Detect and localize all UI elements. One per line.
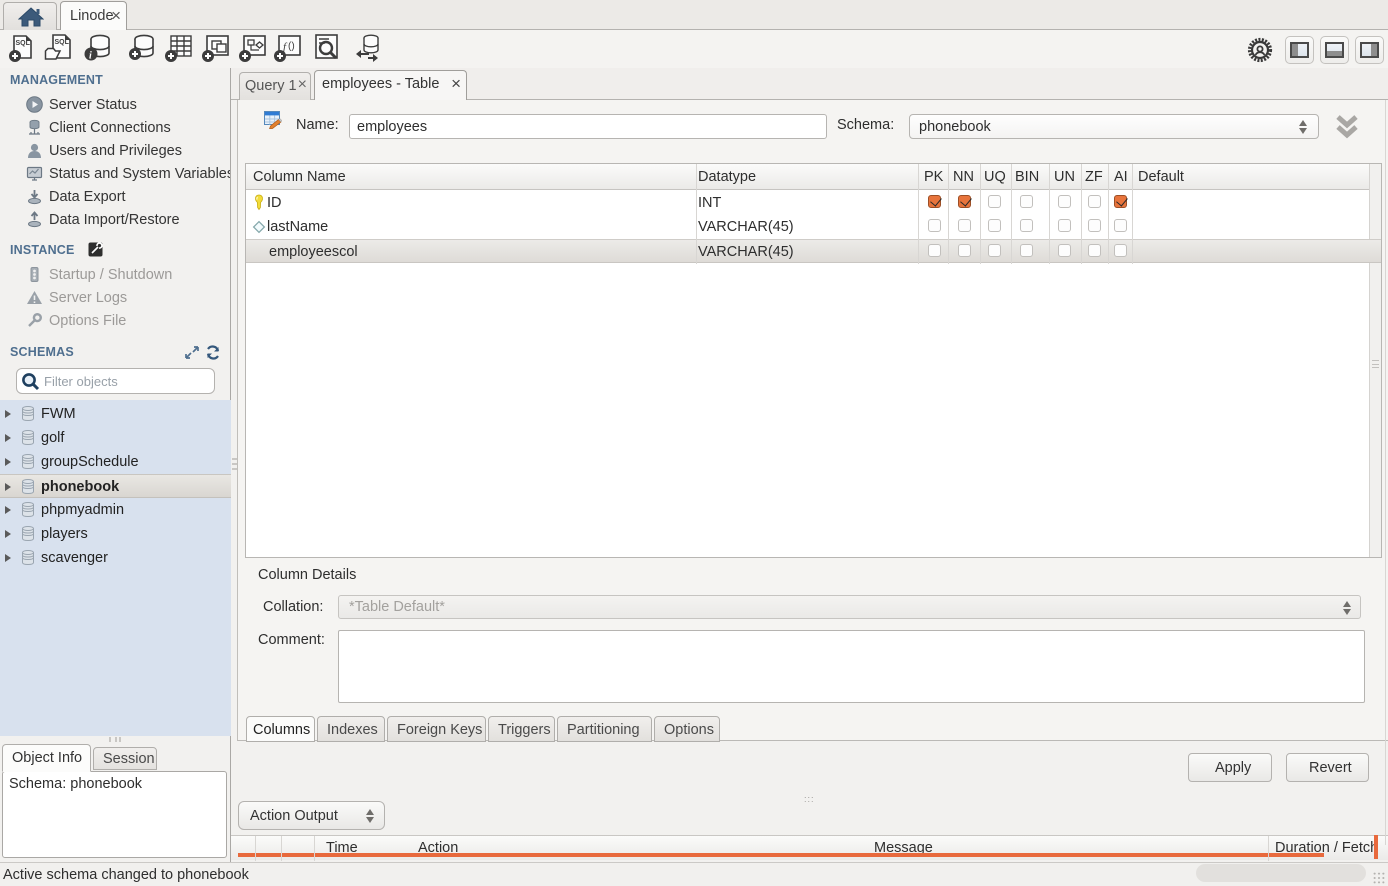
- svg-text:(): (): [288, 41, 295, 52]
- svg-text:SQL: SQL: [55, 39, 70, 46]
- svg-text:SQL: SQL: [16, 40, 31, 47]
- svg-text:i: i: [89, 51, 92, 62]
